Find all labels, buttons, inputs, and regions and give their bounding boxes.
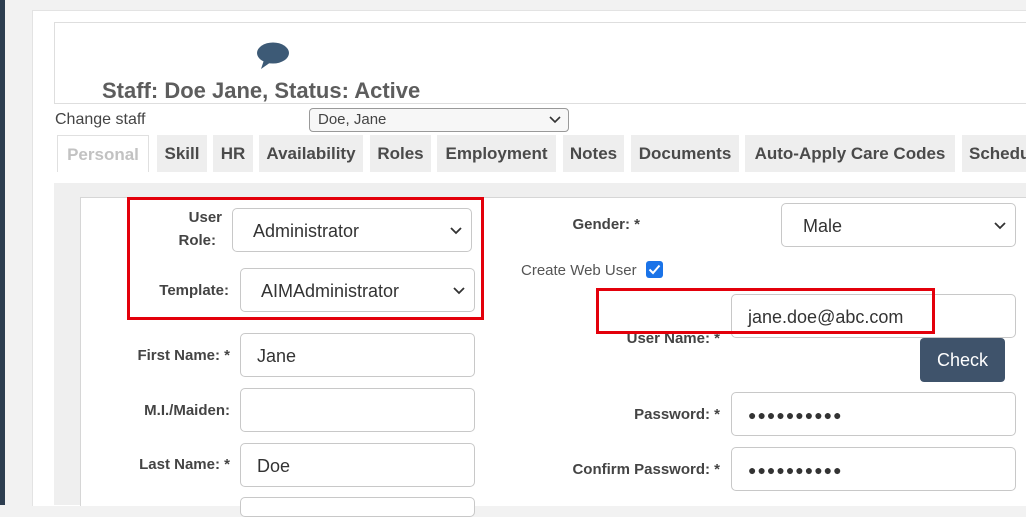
- create-web-user-checkbox[interactable]: [646, 261, 663, 278]
- change-staff-select[interactable]: Doe, Jane: [309, 108, 569, 132]
- password-label: Password: *: [634, 406, 720, 423]
- check-button[interactable]: Check: [920, 338, 1005, 382]
- left-sidebar-edge: [0, 0, 5, 505]
- tab-label: Schedu: [969, 144, 1026, 163]
- tab-label: Notes: [569, 144, 618, 163]
- tab-roles[interactable]: Roles: [370, 135, 431, 172]
- tab-schedule[interactable]: Schedu: [962, 135, 1026, 172]
- checkmark-icon: [648, 264, 661, 275]
- tab-label: HR: [220, 144, 246, 163]
- gender-value: Male: [803, 216, 843, 236]
- chevron-down-icon: [549, 116, 561, 124]
- mi-maiden-input[interactable]: [240, 388, 475, 432]
- tab-hr[interactable]: HR: [213, 135, 253, 172]
- highlight-box-user-name: [596, 288, 935, 334]
- tab-notes[interactable]: Notes: [563, 135, 624, 172]
- tab-employment[interactable]: Employment: [437, 135, 556, 172]
- first-name-input[interactable]: Jane: [240, 333, 475, 377]
- first-name-label: First Name: *: [137, 347, 230, 364]
- password-input[interactable]: ●●●●●●●●●●: [731, 392, 1016, 436]
- tab-label: Auto-Apply Care Codes: [754, 144, 946, 163]
- page-title: Staff: Doe Jane, Status: Active: [102, 78, 421, 103]
- mi-maiden-label: M.I./Maiden:: [144, 402, 230, 419]
- confirm-password-label: Confirm Password: *: [572, 461, 720, 478]
- chevron-down-icon: [994, 222, 1006, 230]
- gender-label: Gender: *: [572, 216, 640, 233]
- tab-label: Availability: [266, 144, 356, 163]
- tab-label: Documents: [638, 144, 732, 163]
- tab-label: Personal: [67, 145, 139, 164]
- tab-auto-apply-care-codes[interactable]: Auto-Apply Care Codes: [745, 135, 955, 172]
- tab-skill[interactable]: Skill: [157, 135, 207, 172]
- next-field-input[interactable]: [240, 497, 475, 517]
- tab-documents[interactable]: Documents: [631, 135, 739, 172]
- last-name-label: Last Name: *: [139, 456, 230, 473]
- tab-label: Skill: [164, 144, 200, 163]
- tab-label: Employment: [445, 144, 548, 163]
- gender-select[interactable]: Male: [781, 203, 1016, 247]
- last-name-input[interactable]: Doe: [240, 443, 475, 487]
- tab-availability[interactable]: Availability: [259, 135, 363, 172]
- create-web-user-label: Create Web User: [521, 262, 637, 279]
- change-staff-label: Change staff: [55, 111, 146, 128]
- tab-label: Roles: [377, 144, 424, 163]
- chat-bubble-icon: [257, 42, 289, 69]
- confirm-password-input[interactable]: ●●●●●●●●●●: [731, 447, 1016, 491]
- change-staff-value: Doe, Jane: [318, 111, 387, 128]
- tab-personal[interactable]: Personal: [57, 135, 149, 172]
- highlight-box-role-template: [127, 197, 484, 320]
